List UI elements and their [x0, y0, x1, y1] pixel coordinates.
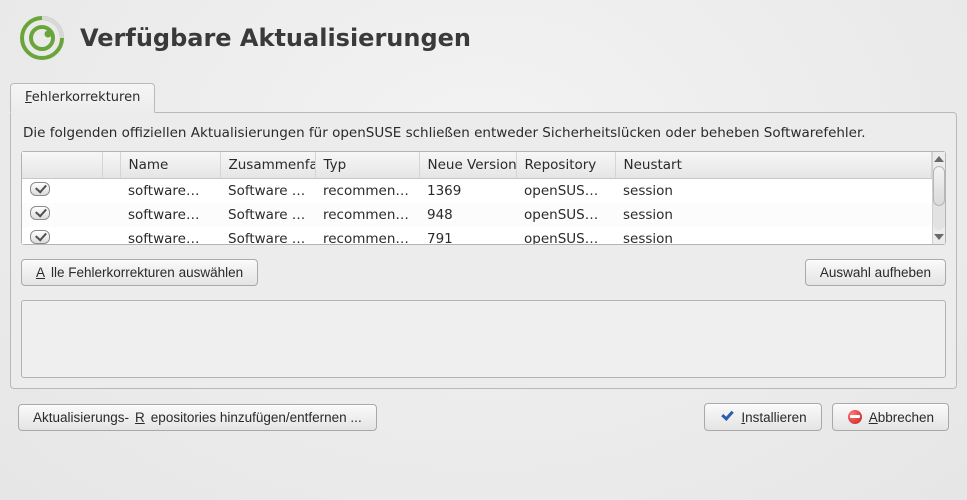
cell-icon [102, 203, 120, 227]
cancel-icon [847, 409, 863, 425]
install-button[interactable]: Installieren [704, 403, 821, 431]
cell-restart: session [615, 179, 932, 204]
cell-repo: openSUS… [516, 179, 615, 204]
cell-type: recommen… [315, 203, 419, 227]
checkbox-icon[interactable] [30, 230, 50, 244]
page-title: Verfügbare Aktualisierungen [80, 24, 471, 52]
cell-version: 791 [419, 227, 516, 244]
scroll-thumb[interactable] [933, 166, 945, 206]
cell-type: recommen… [315, 227, 419, 244]
table-header: Name Zusammenfa Typ Neue Version Reposit… [22, 152, 932, 179]
table-row[interactable]: softwarem…Software …recommen…1369openSUS… [22, 179, 932, 204]
col-type[interactable]: Typ [315, 152, 419, 179]
header: Verfügbare Aktualisierungen [0, 0, 967, 80]
intro-text: Die folgenden offiziellen Aktualisierung… [21, 125, 946, 141]
col-restart[interactable]: Neustart [615, 152, 932, 179]
cell-version: 948 [419, 203, 516, 227]
tab-fehlerkorrekturen[interactable]: Fehlerkorrekturen [10, 83, 155, 113]
scroll-down-icon[interactable] [934, 234, 944, 240]
table-row[interactable]: softwarem…Software …recommen…791openSUS…… [22, 227, 932, 244]
checkbox-icon[interactable] [30, 182, 50, 196]
col-icon[interactable] [102, 152, 120, 179]
check-icon [719, 409, 735, 425]
cell-repo: openSUS… [516, 227, 615, 244]
select-all-button[interactable]: Alle Fehlerkorrekturen auswählen [21, 259, 258, 286]
scrollbar[interactable] [932, 152, 945, 244]
col-summary[interactable]: Zusammenfa [220, 152, 315, 179]
cancel-button[interactable]: Abbrechen [832, 403, 949, 431]
cell-summary: Software … [220, 179, 315, 204]
cell-checkbox[interactable] [22, 227, 102, 244]
updates-list: Name Zusammenfa Typ Neue Version Reposit… [21, 151, 946, 245]
selection-buttons: Alle Fehlerkorrekturen auswählen Auswahl… [21, 259, 946, 286]
cell-checkbox[interactable] [22, 179, 102, 204]
scroll-up-icon[interactable] [934, 156, 944, 162]
updates-panel: Die folgenden offiziellen Aktualisierung… [10, 112, 957, 389]
scroll-track[interactable] [933, 166, 945, 230]
cell-summary: Software … [220, 203, 315, 227]
deselect-button[interactable]: Auswahl aufheben [805, 259, 946, 286]
tab-bar: Fehlerkorrekturen [10, 80, 957, 112]
col-repo[interactable]: Repository [516, 152, 615, 179]
cell-name: softwarem… [120, 227, 220, 244]
cell-icon [102, 179, 120, 204]
cell-icon [102, 227, 120, 244]
checkbox-icon[interactable] [30, 206, 50, 220]
cell-type: recommen… [315, 179, 419, 204]
cell-version: 1369 [419, 179, 516, 204]
table-row[interactable]: softwarem…Software …recommen…948openSUS…… [22, 203, 932, 227]
cell-name: softwarem… [120, 179, 220, 204]
cell-name: softwarem… [120, 203, 220, 227]
cell-restart: session [615, 227, 932, 244]
opensuse-logo-icon [18, 14, 66, 62]
col-name[interactable]: Name [120, 152, 220, 179]
manage-repos-button[interactable]: Aktualisierungs-Repositories hinzufügen/… [18, 404, 377, 431]
cell-checkbox[interactable] [22, 203, 102, 227]
details-box [21, 300, 946, 378]
cell-restart: session [615, 203, 932, 227]
cell-repo: openSUS… [516, 203, 615, 227]
col-checkbox[interactable] [22, 152, 102, 179]
footer: Aktualisierungs-Repositories hinzufügen/… [0, 389, 967, 431]
cell-summary: Software … [220, 227, 315, 244]
col-version[interactable]: Neue Version [419, 152, 516, 179]
